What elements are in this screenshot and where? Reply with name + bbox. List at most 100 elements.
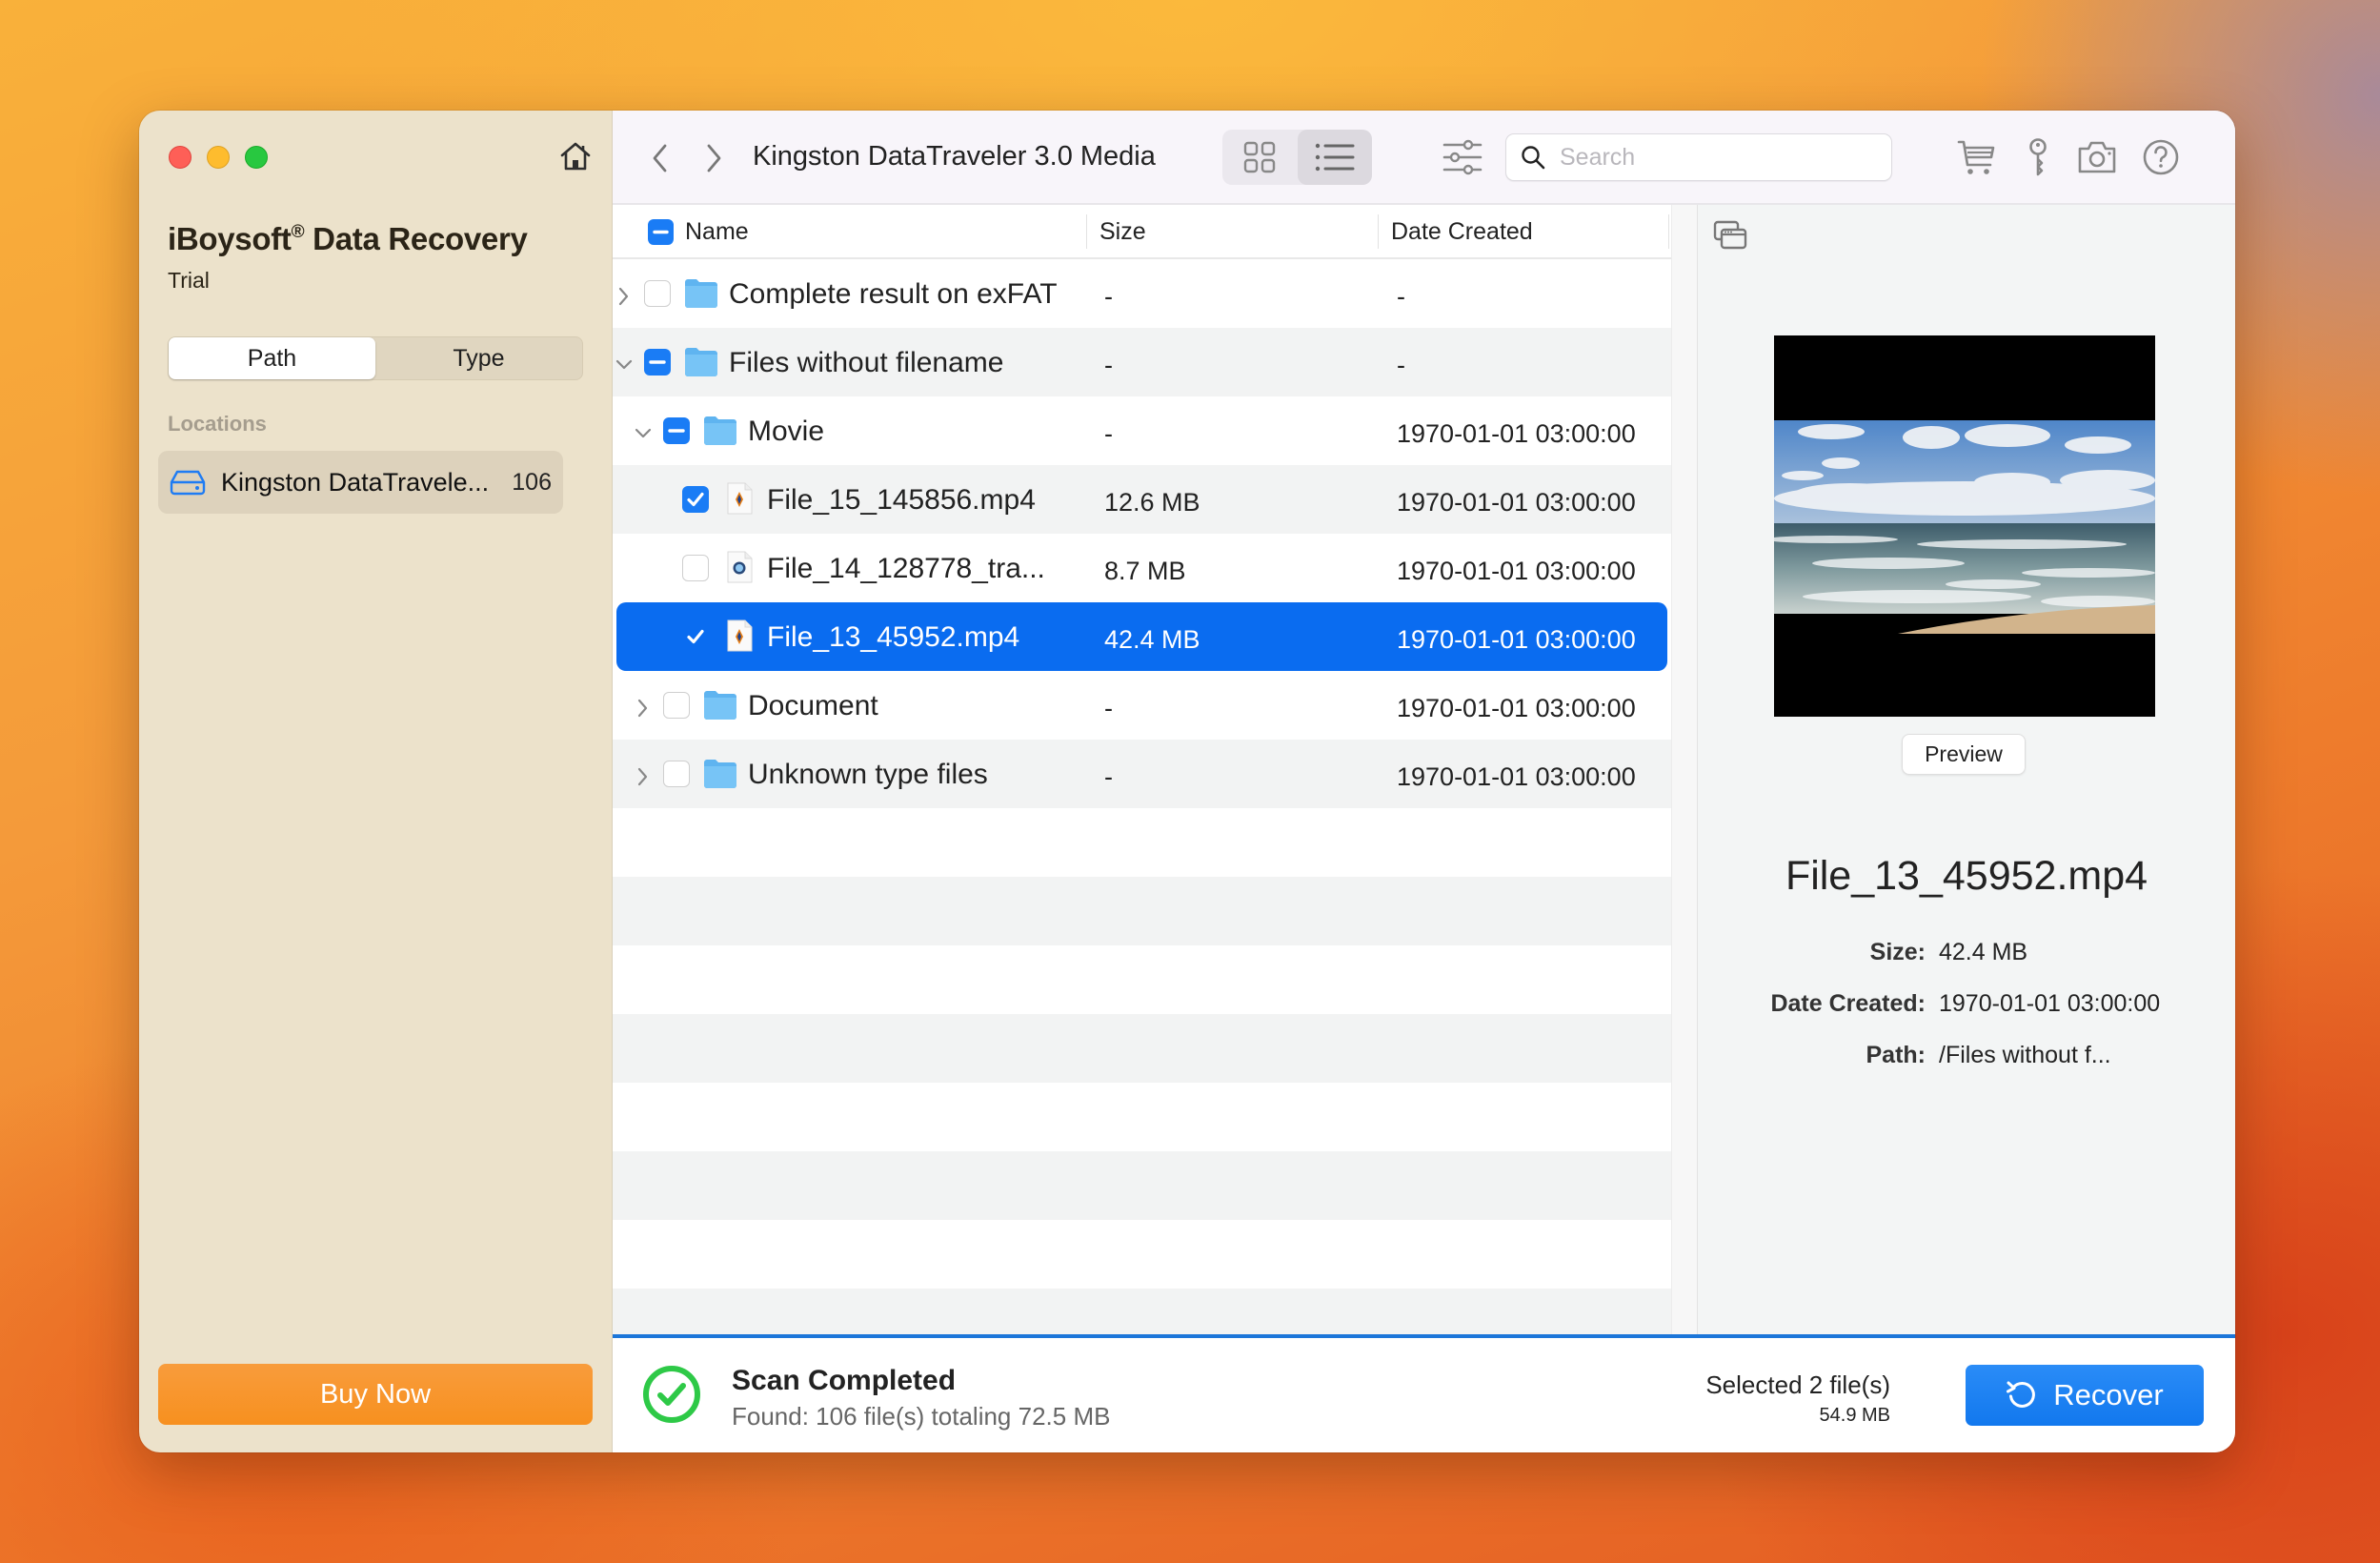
row-checkbox[interactable] bbox=[663, 692, 690, 719]
help-icon bbox=[2143, 139, 2179, 175]
minimize-window-button[interactable] bbox=[207, 146, 230, 169]
mixed-state-icon bbox=[653, 230, 669, 234]
folder-icon bbox=[685, 348, 717, 376]
tab-path[interactable]: Path bbox=[169, 337, 375, 379]
toolbar: Kingston DataTraveler 3.0 Media bbox=[613, 111, 2235, 205]
row-size: - bbox=[1104, 762, 1113, 791]
column-header-size[interactable]: Size bbox=[1099, 218, 1146, 246]
row-checkbox[interactable] bbox=[644, 349, 671, 376]
folder-row[interactable]: Movie - 1970-01-01 03:00:00 bbox=[613, 396, 1671, 465]
recover-icon bbox=[2007, 1381, 2036, 1408]
status-bar: Scan Completed Found: 106 file(s) totali… bbox=[613, 1334, 2235, 1452]
meta-size: Size: 42.4 MB bbox=[1698, 939, 2235, 990]
folder-row[interactable]: Unknown type files - 1970-01-01 03:00:00 bbox=[613, 740, 1671, 808]
row-size: 8.7 MB bbox=[1104, 557, 1186, 585]
meta-value: 1970-01-01 03:00:00 bbox=[1939, 990, 2161, 1017]
column-divider[interactable] bbox=[1086, 214, 1087, 249]
row-checkbox[interactable] bbox=[682, 623, 709, 650]
folder-icon bbox=[704, 416, 736, 445]
folder-icon bbox=[685, 279, 717, 308]
row-name: Files without filename bbox=[729, 347, 1004, 378]
folder-icon bbox=[704, 691, 736, 720]
row-date: 1970-01-01 03:00:00 bbox=[1397, 488, 1636, 517]
row-date: 1970-01-01 03:00:00 bbox=[1397, 762, 1636, 791]
app-name: iBoysoft bbox=[168, 221, 292, 256]
window-controls bbox=[169, 146, 268, 169]
row-date: - bbox=[1397, 282, 1405, 311]
filter-sliders-icon bbox=[1442, 139, 1482, 175]
view-mode-toggle bbox=[1222, 130, 1372, 185]
cart-button[interactable] bbox=[1956, 136, 1998, 178]
back-icon bbox=[653, 144, 667, 173]
help-button[interactable] bbox=[2140, 136, 2182, 178]
grid-view-icon bbox=[1244, 141, 1276, 173]
scan-status-title: Scan Completed bbox=[732, 1365, 957, 1396]
row-name: Movie bbox=[748, 416, 825, 447]
row-date: 1970-01-01 03:00:00 bbox=[1397, 694, 1636, 722]
selected-count: Selected 2 file(s) bbox=[1705, 1370, 1890, 1399]
view-by-segmented-control: Path Type bbox=[168, 336, 583, 380]
row-name: File_15_145856.mp4 bbox=[767, 484, 1036, 516]
folder-row[interactable]: Document - 1970-01-01 03:00:00 bbox=[613, 671, 1671, 740]
chevron-down-icon[interactable] bbox=[634, 419, 653, 440]
license-key-button[interactable] bbox=[2017, 136, 2059, 178]
row-checkbox[interactable] bbox=[682, 555, 709, 581]
chevron-down-icon[interactable] bbox=[615, 351, 634, 372]
chevron-right-icon[interactable] bbox=[634, 694, 653, 718]
location-count: 106 bbox=[512, 468, 552, 496]
row-name: Document bbox=[748, 690, 878, 721]
drive-icon bbox=[170, 470, 206, 496]
row-checkbox[interactable] bbox=[644, 280, 671, 307]
file-row[interactable]: File_13_45952.mp4 42.4 MB 1970-01-01 03:00… bbox=[616, 602, 1667, 671]
preview-button[interactable]: Preview bbox=[1902, 734, 2026, 775]
forward-button[interactable] bbox=[696, 139, 731, 177]
empty-row bbox=[613, 1083, 1671, 1151]
registered-mark: ® bbox=[291, 222, 305, 242]
preview-panel-icon bbox=[1713, 220, 1747, 250]
back-button[interactable] bbox=[643, 139, 677, 177]
tab-type[interactable]: Type bbox=[375, 337, 582, 379]
select-all-checkbox[interactable] bbox=[648, 219, 674, 245]
row-name: Complete result on exFAT bbox=[729, 278, 1058, 310]
recover-button[interactable]: Recover bbox=[1966, 1365, 2204, 1426]
chevron-right-icon[interactable] bbox=[615, 282, 634, 306]
cart-icon bbox=[1957, 140, 1995, 174]
buy-now-button[interactable]: Buy Now bbox=[158, 1364, 593, 1425]
chevron-right-icon[interactable] bbox=[634, 762, 653, 786]
filter-button[interactable] bbox=[1442, 138, 1483, 176]
preview-panel: Preview File_13_45952.mp4 Size: 42.4 MB D… bbox=[1698, 205, 2235, 1334]
file-row[interactable]: File_14_128778_tra... 8.7 MB 1970-01-01 03… bbox=[613, 534, 1671, 602]
list-view-button[interactable] bbox=[1297, 130, 1372, 185]
column-header-date[interactable]: Date Created bbox=[1391, 218, 1533, 246]
scrollbar-track[interactable] bbox=[1671, 205, 1698, 1334]
row-checkbox[interactable] bbox=[682, 486, 709, 513]
row-checkbox[interactable] bbox=[663, 417, 690, 444]
camera-icon bbox=[2078, 141, 2116, 173]
forward-icon bbox=[707, 144, 721, 173]
close-window-button[interactable] bbox=[169, 146, 192, 169]
zoom-window-button[interactable] bbox=[245, 146, 268, 169]
search-icon bbox=[1522, 146, 1545, 170]
file-row[interactable]: File_15_145856.mp4 12.6 MB 1970-01-01 03:0… bbox=[613, 465, 1671, 534]
folder-row[interactable]: Complete result on exFAT - - bbox=[613, 259, 1671, 328]
empty-row bbox=[613, 1220, 1671, 1289]
column-divider[interactable] bbox=[1378, 214, 1379, 249]
row-size: - bbox=[1104, 282, 1113, 311]
location-item-kingston[interactable]: Kingston DataTravele... 106 bbox=[158, 451, 563, 514]
search-input[interactable] bbox=[1560, 143, 1874, 172]
screenshot-button[interactable] bbox=[2076, 136, 2118, 178]
folder-row[interactable]: Files without filename - - bbox=[613, 328, 1671, 396]
empty-row bbox=[613, 1151, 1671, 1220]
home-icon[interactable] bbox=[558, 139, 593, 173]
empty-row bbox=[613, 945, 1671, 1014]
recover-label: Recover bbox=[2053, 1378, 2164, 1411]
content-area: Name Size Date Created Complete result o… bbox=[613, 205, 2235, 1357]
toggle-preview-panel-button[interactable] bbox=[1713, 220, 1747, 251]
file-rows: Complete result on exFAT - - Files without … bbox=[613, 259, 1671, 1357]
row-size: 12.6 MB bbox=[1104, 488, 1200, 517]
row-checkbox[interactable] bbox=[663, 761, 690, 787]
search-box bbox=[1505, 133, 1892, 181]
column-header-name[interactable]: Name bbox=[685, 218, 749, 246]
grid-view-button[interactable] bbox=[1222, 130, 1298, 185]
selected-size: 54.9 MB bbox=[1819, 1405, 1890, 1426]
